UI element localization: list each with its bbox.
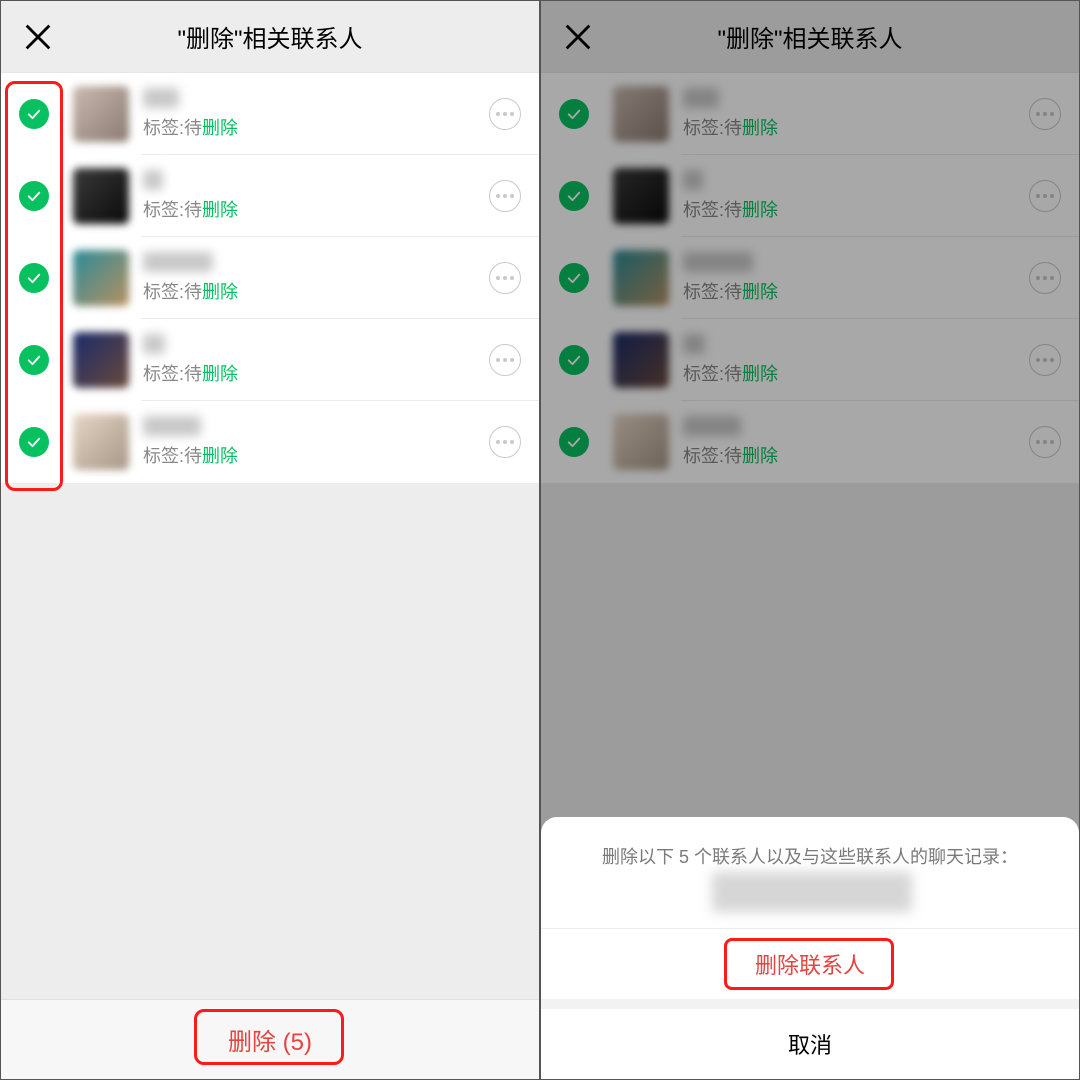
more-icon[interactable] xyxy=(489,426,521,458)
sheet-message-text: 删除以下 5 个联系人以及与这些联系人的聊天记录： xyxy=(602,847,1018,867)
more-icon[interactable] xyxy=(489,344,521,376)
contact-row[interactable]: 标签:待删除 xyxy=(1,401,539,483)
tag-line: 标签:待删除 xyxy=(143,360,489,386)
sheet-message: 删除以下 5 个联系人以及与这些联系人的聊天记录： xyxy=(541,817,1079,929)
avatar xyxy=(73,414,129,470)
tag-prefix: 标签:待 xyxy=(143,360,202,386)
phone-right: "删除"相关联系人 标签:待删除标签:待删除标签:待删除标签:待删除标签:待删除… xyxy=(540,0,1080,1080)
tag-value: 删除 xyxy=(202,196,238,222)
contact-name-redacted xyxy=(143,170,163,190)
tag-value: 删除 xyxy=(202,442,238,468)
checkmark-icon[interactable] xyxy=(19,345,49,375)
cancel-button[interactable]: 取消 xyxy=(541,1009,1079,1079)
delete-button[interactable]: 删除 (5) xyxy=(188,1008,352,1071)
contact-info: 标签:待删除 xyxy=(143,334,489,386)
contact-row[interactable]: 标签:待删除 xyxy=(1,155,539,237)
tag-line: 标签:待删除 xyxy=(143,114,489,140)
contact-row[interactable]: 标签:待删除 xyxy=(1,237,539,319)
confirm-delete-button[interactable]: 删除联系人 xyxy=(541,929,1079,999)
checkmark-icon[interactable] xyxy=(19,99,49,129)
tag-value: 删除 xyxy=(202,360,238,386)
redacted-names xyxy=(712,872,912,912)
page-title: "删除"相关联系人 xyxy=(177,19,362,54)
tag-line: 标签:待删除 xyxy=(143,278,489,304)
contact-info: 标签:待删除 xyxy=(143,416,489,468)
contact-name-redacted xyxy=(143,416,201,436)
avatar xyxy=(73,168,129,224)
contact-row[interactable]: 标签:待删除 xyxy=(1,73,539,155)
close-icon[interactable] xyxy=(21,20,55,54)
contact-name-redacted xyxy=(143,334,165,354)
contact-info: 标签:待删除 xyxy=(143,88,489,140)
sheet-divider xyxy=(541,999,1079,1009)
contact-info: 标签:待删除 xyxy=(143,252,489,304)
tag-line: 标签:待删除 xyxy=(143,442,489,468)
avatar xyxy=(73,332,129,388)
contact-info: 标签:待删除 xyxy=(143,170,489,222)
tag-value: 删除 xyxy=(202,114,238,140)
contact-row[interactable]: 标签:待删除 xyxy=(1,319,539,401)
more-icon[interactable] xyxy=(489,98,521,130)
contact-name-redacted xyxy=(143,252,213,272)
avatar xyxy=(73,86,129,142)
checkmark-icon[interactable] xyxy=(19,427,49,457)
header: "删除"相关联系人 xyxy=(1,1,539,73)
contact-list: 标签:待删除标签:待删除标签:待删除标签:待删除标签:待删除 xyxy=(1,73,539,483)
more-icon[interactable] xyxy=(489,262,521,294)
footer-bar: 删除 (5) xyxy=(1,999,539,1079)
tag-prefix: 标签:待 xyxy=(143,114,202,140)
tag-value: 删除 xyxy=(202,278,238,304)
tag-line: 标签:待删除 xyxy=(143,196,489,222)
avatar xyxy=(73,250,129,306)
action-sheet: 删除以下 5 个联系人以及与这些联系人的聊天记录： 删除联系人 取消 xyxy=(541,817,1079,1079)
contact-name-redacted xyxy=(143,88,179,108)
more-icon[interactable] xyxy=(489,180,521,212)
checkmark-icon[interactable] xyxy=(19,263,49,293)
checkmark-icon[interactable] xyxy=(19,181,49,211)
tag-prefix: 标签:待 xyxy=(143,278,202,304)
phone-left: "删除"相关联系人 标签:待删除标签:待删除标签:待删除标签:待删除标签:待删除… xyxy=(0,0,540,1080)
tag-prefix: 标签:待 xyxy=(143,442,202,468)
tag-prefix: 标签:待 xyxy=(143,196,202,222)
